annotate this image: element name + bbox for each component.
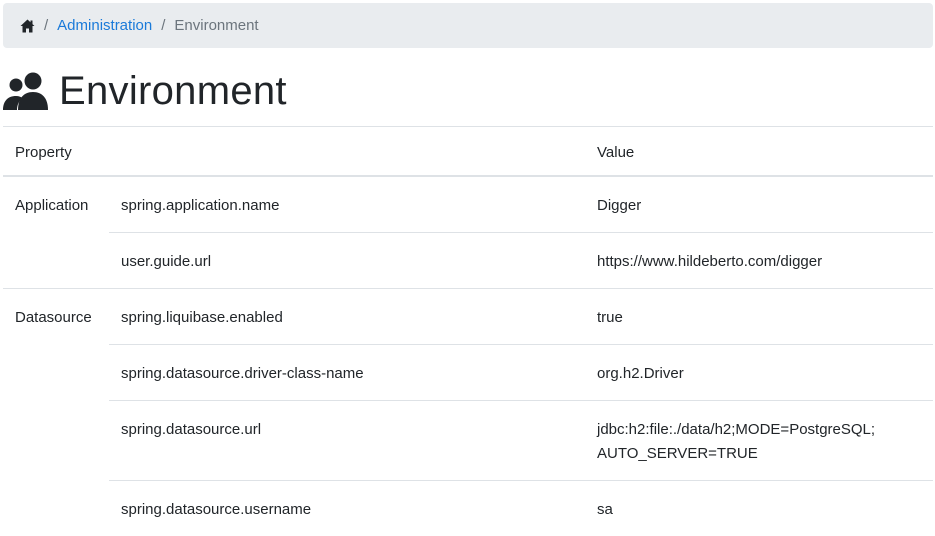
breadcrumb-separator: /: [161, 17, 166, 34]
table-header-row: Property Value: [3, 126, 933, 176]
table-row: Datasource spring.liquibase.enabled true: [3, 288, 933, 344]
property-name: spring.datasource.username: [121, 500, 312, 518]
page-header: Environment: [3, 66, 287, 116]
property-value: sa: [597, 500, 613, 518]
property-value: https://www.hildeberto.com/digger: [597, 252, 823, 270]
group-label-application: Application: [15, 196, 89, 214]
property-value: org.h2.Driver: [597, 364, 684, 382]
value-line: AUTO_SERVER=TRUE: [597, 444, 758, 462]
property-name: spring.datasource.url: [121, 420, 262, 438]
property-name: spring.datasource.driver-class-name: [121, 364, 364, 382]
table-row: user.guide.url https://www.hildeberto.co…: [3, 232, 933, 288]
table-row: Application spring.application.name Digg…: [3, 175, 933, 233]
users-icon: [3, 72, 48, 110]
property-name: spring.liquibase.enabled: [121, 308, 283, 326]
breadcrumb: / Administration / Environment: [3, 3, 933, 48]
group-label-datasource: Datasource: [15, 308, 92, 326]
property-name: spring.application.name: [121, 196, 280, 214]
breadcrumb-current: Environment: [174, 17, 259, 34]
table-row: spring.datasource.url jdbc:h2:file:./dat…: [3, 400, 933, 480]
table-row: spring.datasource.username sa: [3, 480, 933, 536]
column-header-value: Value: [597, 144, 635, 161]
column-header-property: Property: [15, 144, 72, 161]
breadcrumb-separator: /: [44, 17, 49, 34]
property-name: user.guide.url: [121, 252, 212, 270]
property-value: true: [597, 308, 623, 326]
table-row: spring.datasource.driver-class-name org.…: [3, 344, 933, 400]
value-line: jdbc:h2:file:./data/h2;MODE=PostgreSQL;: [597, 420, 876, 438]
property-value: Digger: [597, 196, 642, 214]
page-title: Environment: [59, 68, 287, 113]
property-value: jdbc:h2:file:./data/h2;MODE=PostgreSQL; A…: [585, 400, 933, 480]
environment-table: Property Value Application spring.applic…: [3, 126, 933, 536]
breadcrumb-link-administration[interactable]: Administration: [57, 17, 152, 34]
home-icon[interactable]: [19, 18, 35, 34]
